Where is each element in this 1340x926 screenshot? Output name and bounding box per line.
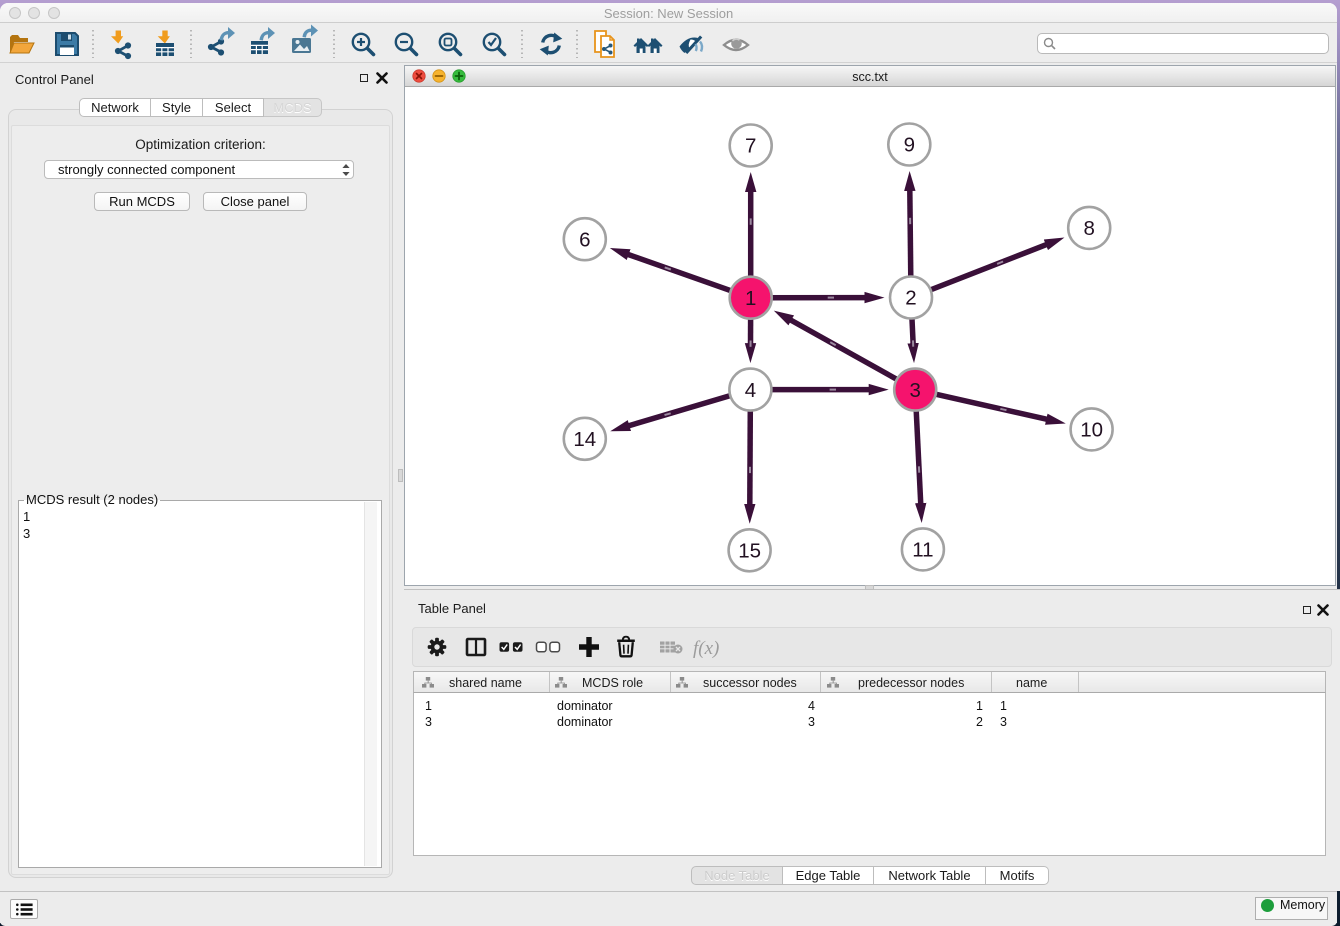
svg-text:1: 1 [745, 287, 756, 310]
svg-text:11: 11 [912, 539, 933, 562]
svg-text:15: 15 [738, 540, 761, 563]
svg-text:8: 8 [1083, 217, 1094, 240]
svg-text:14: 14 [573, 428, 596, 451]
svg-text:3: 3 [909, 379, 920, 402]
svg-text:f(x): f(x) [693, 638, 719, 659]
svg-text:6: 6 [579, 228, 590, 251]
svg-text:2: 2 [905, 287, 916, 310]
svg-text:7: 7 [745, 135, 756, 158]
svg-text:9: 9 [904, 134, 915, 157]
svg-text:10: 10 [1080, 419, 1103, 442]
svg-text:4: 4 [745, 379, 756, 402]
